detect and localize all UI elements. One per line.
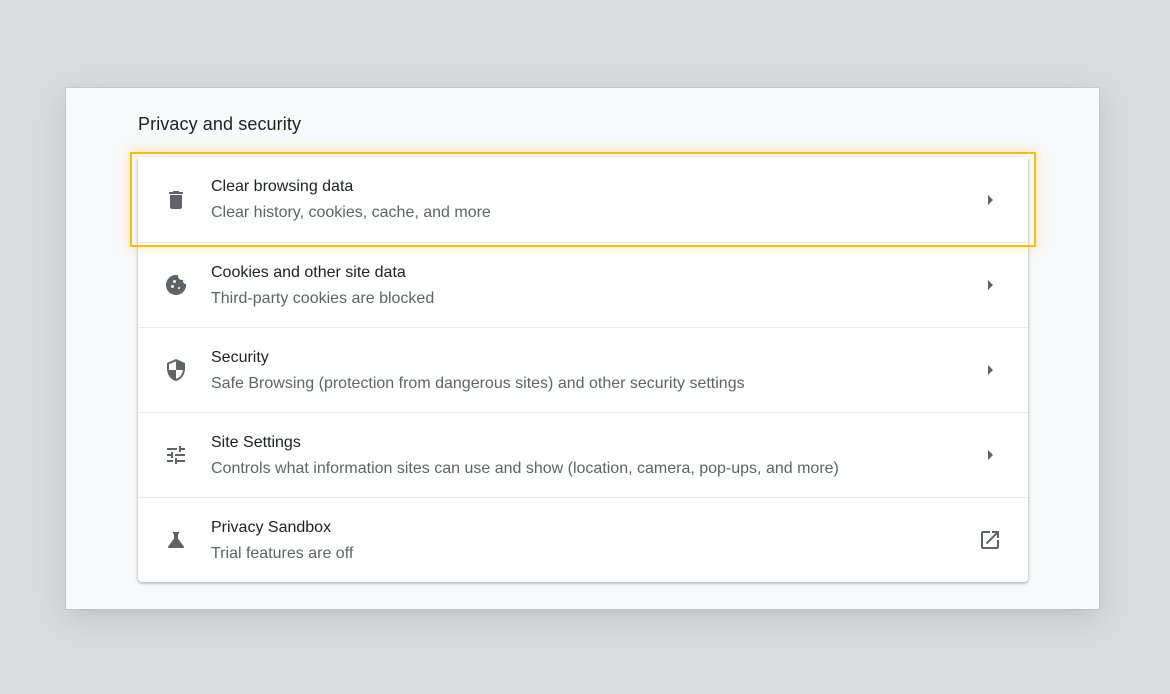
row-text: Privacy Sandbox Trial features are off	[211, 518, 353, 564]
row-subtitle: Safe Browsing (protection from dangerous…	[211, 375, 745, 392]
row-title: Security	[211, 349, 269, 366]
arrow-right-icon[interactable]	[978, 188, 1002, 212]
privacy-sandbox-row[interactable]: Privacy Sandbox Trial features are off	[138, 497, 1028, 582]
row-title: Site Settings	[211, 434, 301, 451]
row-title: Clear browsing data	[211, 178, 354, 195]
row-text: Clear browsing data Clear history, cooki…	[211, 177, 491, 223]
arrow-right-icon[interactable]	[978, 273, 1002, 297]
trash-icon	[164, 188, 188, 212]
cookie-icon	[164, 273, 188, 297]
site-settings-row[interactable]: Site Settings Controls what information …	[138, 412, 1028, 497]
settings-window: Privacy and security Clear browsing data…	[66, 88, 1099, 609]
shield-icon	[164, 358, 188, 382]
row-subtitle: Trial features are off	[211, 545, 354, 562]
cookies-row[interactable]: Cookies and other site data Third-party …	[138, 242, 1028, 327]
row-text: Site Settings Controls what information …	[211, 433, 839, 479]
arrow-right-icon[interactable]	[978, 443, 1002, 467]
tune-icon	[164, 443, 188, 467]
row-title: Privacy Sandbox	[211, 519, 332, 536]
row-subtitle: Clear history, cookies, cache, and more	[211, 204, 491, 221]
row-text: Cookies and other site data Third-party …	[211, 263, 434, 309]
security-row[interactable]: Security Safe Browsing (protection from …	[138, 327, 1028, 412]
arrow-right-icon[interactable]	[978, 358, 1002, 382]
row-text: Security Safe Browsing (protection from …	[211, 348, 745, 394]
clear-browsing-data-row[interactable]: Clear browsing data Clear history, cooki…	[130, 152, 1036, 247]
row-subtitle: Third-party cookies are blocked	[211, 290, 435, 307]
privacy-security-card: Clear browsing data Clear history, cooki…	[130, 152, 1036, 582]
row-subtitle: Controls what information sites can use …	[211, 460, 839, 477]
row-title: Cookies and other site data	[211, 264, 406, 281]
section-title: Privacy and security	[138, 114, 302, 134]
open-in-new-icon[interactable]	[978, 528, 1002, 552]
flask-icon	[164, 528, 188, 552]
